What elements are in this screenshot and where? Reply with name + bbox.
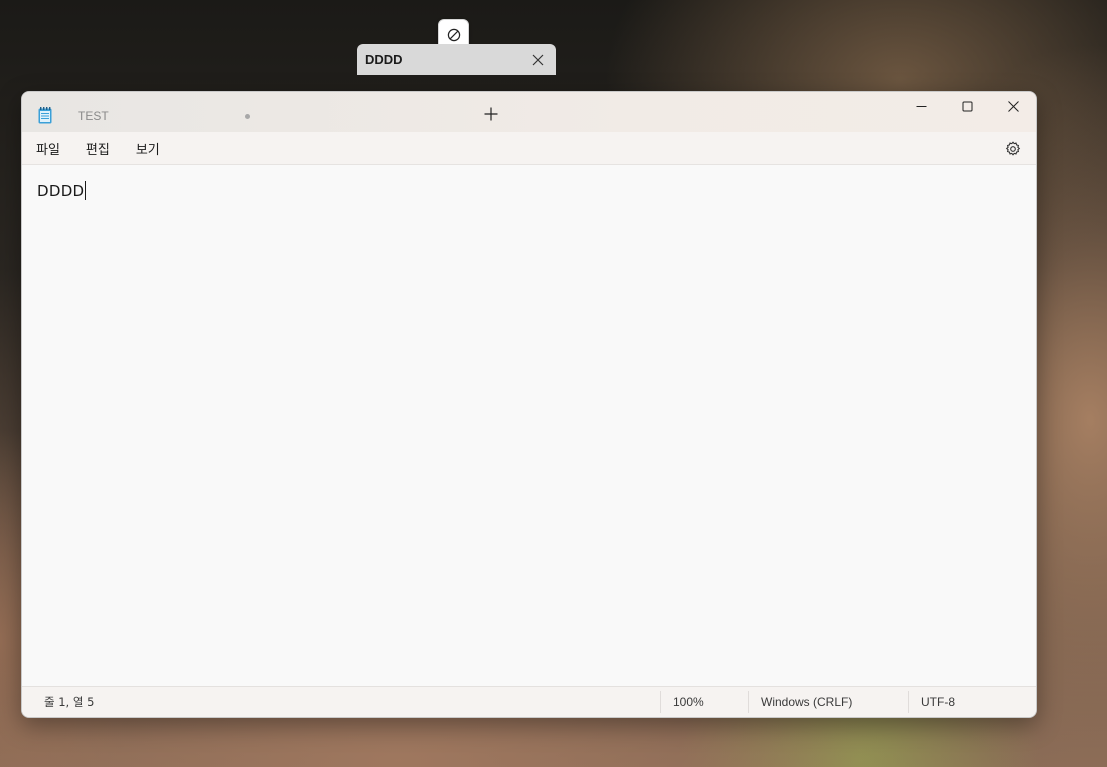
dragged-tab[interactable]: DDDD <box>357 44 556 75</box>
tab-title: TEST <box>78 109 109 123</box>
close-icon[interactable] <box>530 52 546 68</box>
menu-view[interactable]: 보기 <box>123 134 173 162</box>
notepad-icon <box>38 107 52 129</box>
notepad-window: TEST 파일 편집 보기 DDDD 줄 1, 열 5 100% Windows… <box>21 91 1037 718</box>
maximize-icon <box>962 101 972 111</box>
line-ending[interactable]: Windows (CRLF) <box>748 691 908 713</box>
new-tab-button[interactable] <box>482 105 500 123</box>
text-caret <box>85 181 87 200</box>
text-editor[interactable]: DDDD <box>22 165 1036 686</box>
no-entry-icon <box>447 28 460 41</box>
unsaved-indicator-icon <box>245 113 250 119</box>
editor-text: DDDD <box>37 182 85 200</box>
close-icon <box>1007 100 1019 112</box>
status-bar: 줄 1, 열 5 100% Windows (CRLF) UTF-8 <box>22 686 1036 717</box>
gear-icon <box>1005 141 1021 156</box>
menu-bar: 파일 편집 보기 <box>22 132 1036 165</box>
minimize-button[interactable] <box>898 92 944 120</box>
plus-icon <box>484 107 498 121</box>
dragged-tab-title: DDDD <box>365 52 403 67</box>
encoding[interactable]: UTF-8 <box>908 691 1036 713</box>
title-bar: TEST <box>22 92 1036 132</box>
zoom-level[interactable]: 100% <box>660 691 748 713</box>
tab-test[interactable]: TEST <box>70 100 250 132</box>
settings-button[interactable] <box>1004 140 1022 158</box>
maximize-button[interactable] <box>944 92 990 120</box>
window-controls <box>898 92 1036 122</box>
minimize-icon <box>916 105 926 107</box>
menu-edit[interactable]: 편집 <box>73 134 123 162</box>
cursor-position: 줄 1, 열 5 <box>44 695 95 709</box>
menu-file[interactable]: 파일 <box>23 134 73 162</box>
close-window-button[interactable] <box>990 92 1036 120</box>
